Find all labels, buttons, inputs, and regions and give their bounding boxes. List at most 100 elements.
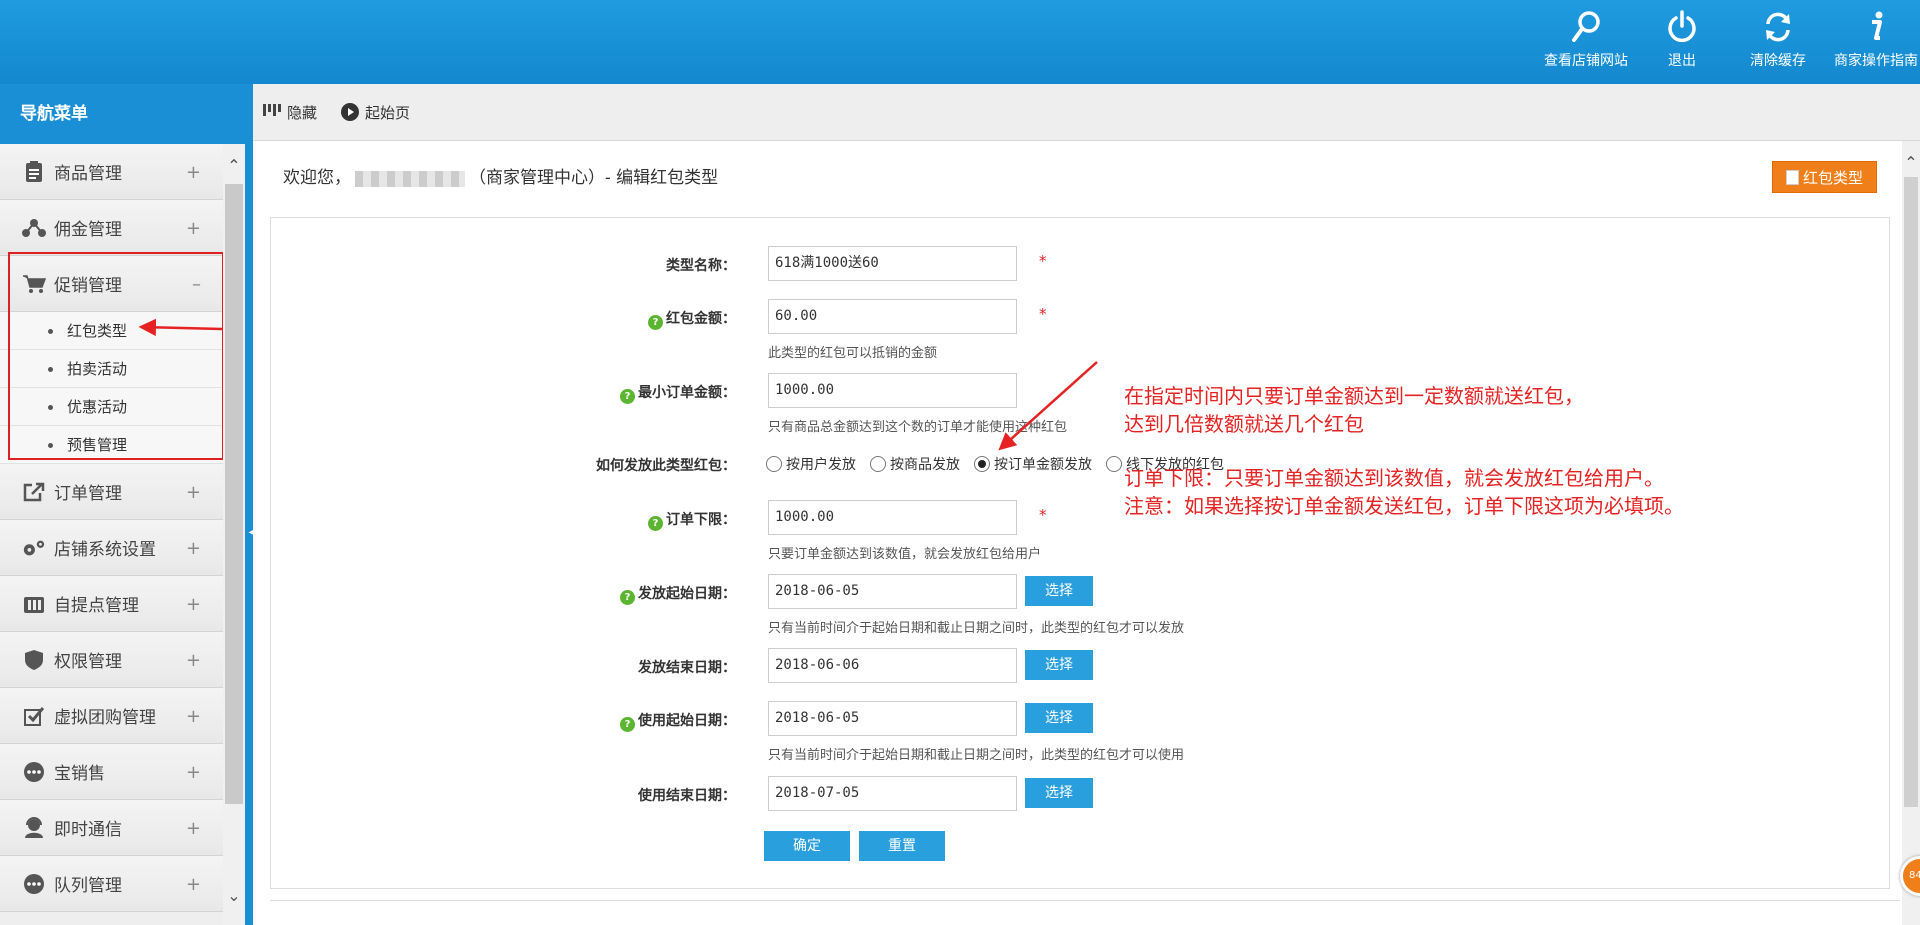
scrollbar-thumb[interactable] bbox=[1904, 177, 1918, 807]
annotation-line: 达到几倍数额就送几个红包 bbox=[1124, 412, 1364, 436]
home-button[interactable]: 起始页 bbox=[341, 102, 410, 123]
expand-icon: + bbox=[185, 818, 201, 839]
sidebar-item-promotion[interactable]: 促销管理 – bbox=[0, 256, 223, 312]
columns-icon bbox=[263, 104, 281, 116]
guide-button[interactable]: 商家操作指南 bbox=[1826, 10, 1920, 74]
welcome-prefix: 欢迎您， bbox=[283, 168, 351, 188]
sidebar-item-store-settings[interactable]: 店铺系统设置 + bbox=[0, 520, 223, 576]
use-end-date-input[interactable]: 2018-07-05 bbox=[768, 776, 1017, 811]
amount-input[interactable]: 60.00 bbox=[768, 299, 1017, 334]
send-start-label: 发放起始日期： bbox=[638, 586, 736, 602]
help-icon[interactable]: ? bbox=[648, 315, 663, 330]
order-floor-label: 订单下限： bbox=[666, 512, 736, 528]
logout-button[interactable]: 退出 bbox=[1632, 10, 1732, 74]
refresh-icon bbox=[1766, 12, 1790, 42]
sidebar-subitem-label: 预售管理 bbox=[67, 436, 128, 454]
clipboard-icon bbox=[22, 160, 46, 184]
use-start-label: 使用起始日期： bbox=[638, 713, 736, 729]
send-end-date-input[interactable]: 2018-06-06 bbox=[768, 648, 1017, 683]
field-hint: 只有当前时间介于起始日期和截止日期之间时，此类型的红包才可以使用 bbox=[768, 748, 1185, 763]
edit-form: 类型名称： 618满1000送60 * ? 红包金额： 60.00 * 此类型的红… bbox=[270, 217, 1890, 889]
expand-icon: + bbox=[185, 706, 201, 727]
type-name-input[interactable]: 618满1000送60 bbox=[768, 246, 1017, 281]
sidebar-item-permissions[interactable]: 权限管理 + bbox=[0, 632, 223, 688]
radio-by-goods[interactable]: 按商品发放 bbox=[870, 454, 960, 474]
sidebar-scrollbar[interactable]: ⌃ ⌄ bbox=[223, 144, 245, 925]
radio-circle-selected bbox=[974, 456, 990, 472]
scroll-down-icon[interactable]: ⌄ bbox=[226, 888, 242, 904]
home-label: 起始页 bbox=[365, 103, 411, 122]
sidebar-item-pickup[interactable]: 自提点管理 + bbox=[0, 576, 223, 632]
redacted-username bbox=[355, 170, 465, 187]
sidebar-subitem-red-packet-type[interactable]: 红包类型 bbox=[0, 312, 223, 350]
welcome-suffix: （商家管理中心）- 编辑红包类型 bbox=[469, 168, 719, 188]
use-start-date-input[interactable]: 2018-06-05 bbox=[768, 701, 1017, 736]
chat-icon bbox=[22, 872, 46, 896]
required-mark: * bbox=[1039, 252, 1047, 270]
scroll-up-icon[interactable]: ⌃ bbox=[226, 158, 242, 174]
chat-icon bbox=[22, 760, 46, 784]
help-icon[interactable]: ? bbox=[620, 717, 635, 732]
sidebar-item-commission[interactable]: 佣金管理 + bbox=[0, 200, 223, 256]
sidebar-item-orders[interactable]: 订单管理 + bbox=[0, 464, 223, 520]
main-content: 欢迎您， （商家管理中心）- 编辑红包类型 红包类型 类型名称： 618满1000… bbox=[253, 141, 1902, 925]
reset-button[interactable]: 重置 bbox=[859, 831, 945, 861]
clear-cache-label: 清除缓存 bbox=[1750, 53, 1806, 69]
send-start-pick-button[interactable]: 选择 bbox=[1025, 576, 1093, 606]
sidebar-item-im[interactable]: 即时通信 + bbox=[0, 800, 223, 856]
page-title: 欢迎您， （商家管理中心）- 编辑红包类型 bbox=[283, 163, 718, 188]
sidebar-item-virtual-group[interactable]: 虚拟团购管理 + bbox=[0, 688, 223, 744]
radio-label: 按商品发放 bbox=[890, 457, 960, 473]
sidebar-subitem-presale[interactable]: 预售管理 bbox=[0, 426, 223, 464]
hide-button[interactable]: 隐藏 bbox=[263, 102, 317, 123]
help-icon[interactable]: ? bbox=[620, 590, 635, 605]
amount-label: 红包金额： bbox=[666, 311, 736, 327]
hide-label: 隐藏 bbox=[287, 103, 318, 122]
sidebar: 商品管理 + 佣金管理 + 促销管理 – 红包类型 拍卖活动 优惠活动 预售管理… bbox=[0, 144, 223, 925]
expand-icon: + bbox=[185, 538, 201, 559]
sidebar-subitem-discount[interactable]: 优惠活动 bbox=[0, 388, 223, 426]
info-icon bbox=[1872, 11, 1883, 40]
sidebar-item-queue[interactable]: 队列管理 + bbox=[0, 856, 223, 912]
sidebar-item-treasure-sales[interactable]: 宝销售 + bbox=[0, 744, 223, 800]
order-floor-input[interactable]: 1000.00 bbox=[768, 500, 1017, 535]
sidebar-item-label: 权限管理 bbox=[54, 652, 122, 672]
confirm-button[interactable]: 确定 bbox=[764, 831, 850, 861]
expand-icon: + bbox=[185, 874, 201, 895]
toolbar: 隐藏 起始页 bbox=[253, 84, 1920, 141]
use-end-pick-button[interactable]: 选择 bbox=[1025, 778, 1093, 808]
sidebar-item-label: 队列管理 bbox=[54, 876, 122, 896]
expand-icon: + bbox=[185, 594, 201, 615]
sidebar-item-label: 宝销售 bbox=[54, 764, 105, 784]
min-order-input[interactable]: 1000.00 bbox=[768, 373, 1017, 408]
expand-icon: + bbox=[185, 218, 201, 239]
field-label: ? 发放起始日期： bbox=[271, 583, 736, 605]
help-icon[interactable]: ? bbox=[620, 389, 635, 404]
use-start-pick-button[interactable]: 选择 bbox=[1025, 703, 1093, 733]
expand-icon: + bbox=[185, 650, 201, 671]
send-start-date-input[interactable]: 2018-06-05 bbox=[768, 574, 1017, 609]
red-packet-type-button[interactable]: 红包类型 bbox=[1772, 161, 1877, 193]
field-hint: 只有当前时间介于起始日期和截止日期之间时，此类型的红包才可以发放 bbox=[768, 621, 1185, 636]
sidebar-item-goods[interactable]: 商品管理 + bbox=[0, 144, 223, 200]
sidebar-title: 导航菜单 bbox=[0, 84, 245, 144]
clear-cache-button[interactable]: 清除缓存 bbox=[1728, 10, 1828, 74]
field-label: 如何发放此类型红包： bbox=[596, 458, 736, 474]
sidebar-item-label: 佣金管理 bbox=[54, 220, 122, 240]
scroll-up-icon[interactable]: ⌃ bbox=[1903, 155, 1919, 171]
checkbox-icon bbox=[22, 704, 46, 728]
send-end-pick-button[interactable]: 选择 bbox=[1025, 650, 1093, 680]
scrollbar-thumb[interactable] bbox=[225, 184, 243, 804]
red-packet-type-label: 红包类型 bbox=[1802, 168, 1863, 187]
radio-by-order-amount[interactable]: 按订单金额发放 bbox=[974, 454, 1092, 474]
divider bbox=[270, 900, 1900, 901]
field-label: ? 使用起始日期： bbox=[271, 710, 736, 732]
field-label: ? 最小订单金额： bbox=[271, 382, 736, 404]
sidebar-subitem-auction[interactable]: 拍卖活动 bbox=[0, 350, 223, 388]
view-store-button[interactable]: 查看店铺网站 bbox=[1536, 10, 1636, 74]
help-icon[interactable]: ? bbox=[648, 516, 663, 531]
radio-label: 按订单金额发放 bbox=[994, 457, 1092, 473]
radio-by-user[interactable]: 按用户发放 bbox=[766, 454, 856, 474]
main-scrollbar[interactable]: ⌃ bbox=[1902, 141, 1920, 925]
store-icon bbox=[22, 592, 46, 616]
